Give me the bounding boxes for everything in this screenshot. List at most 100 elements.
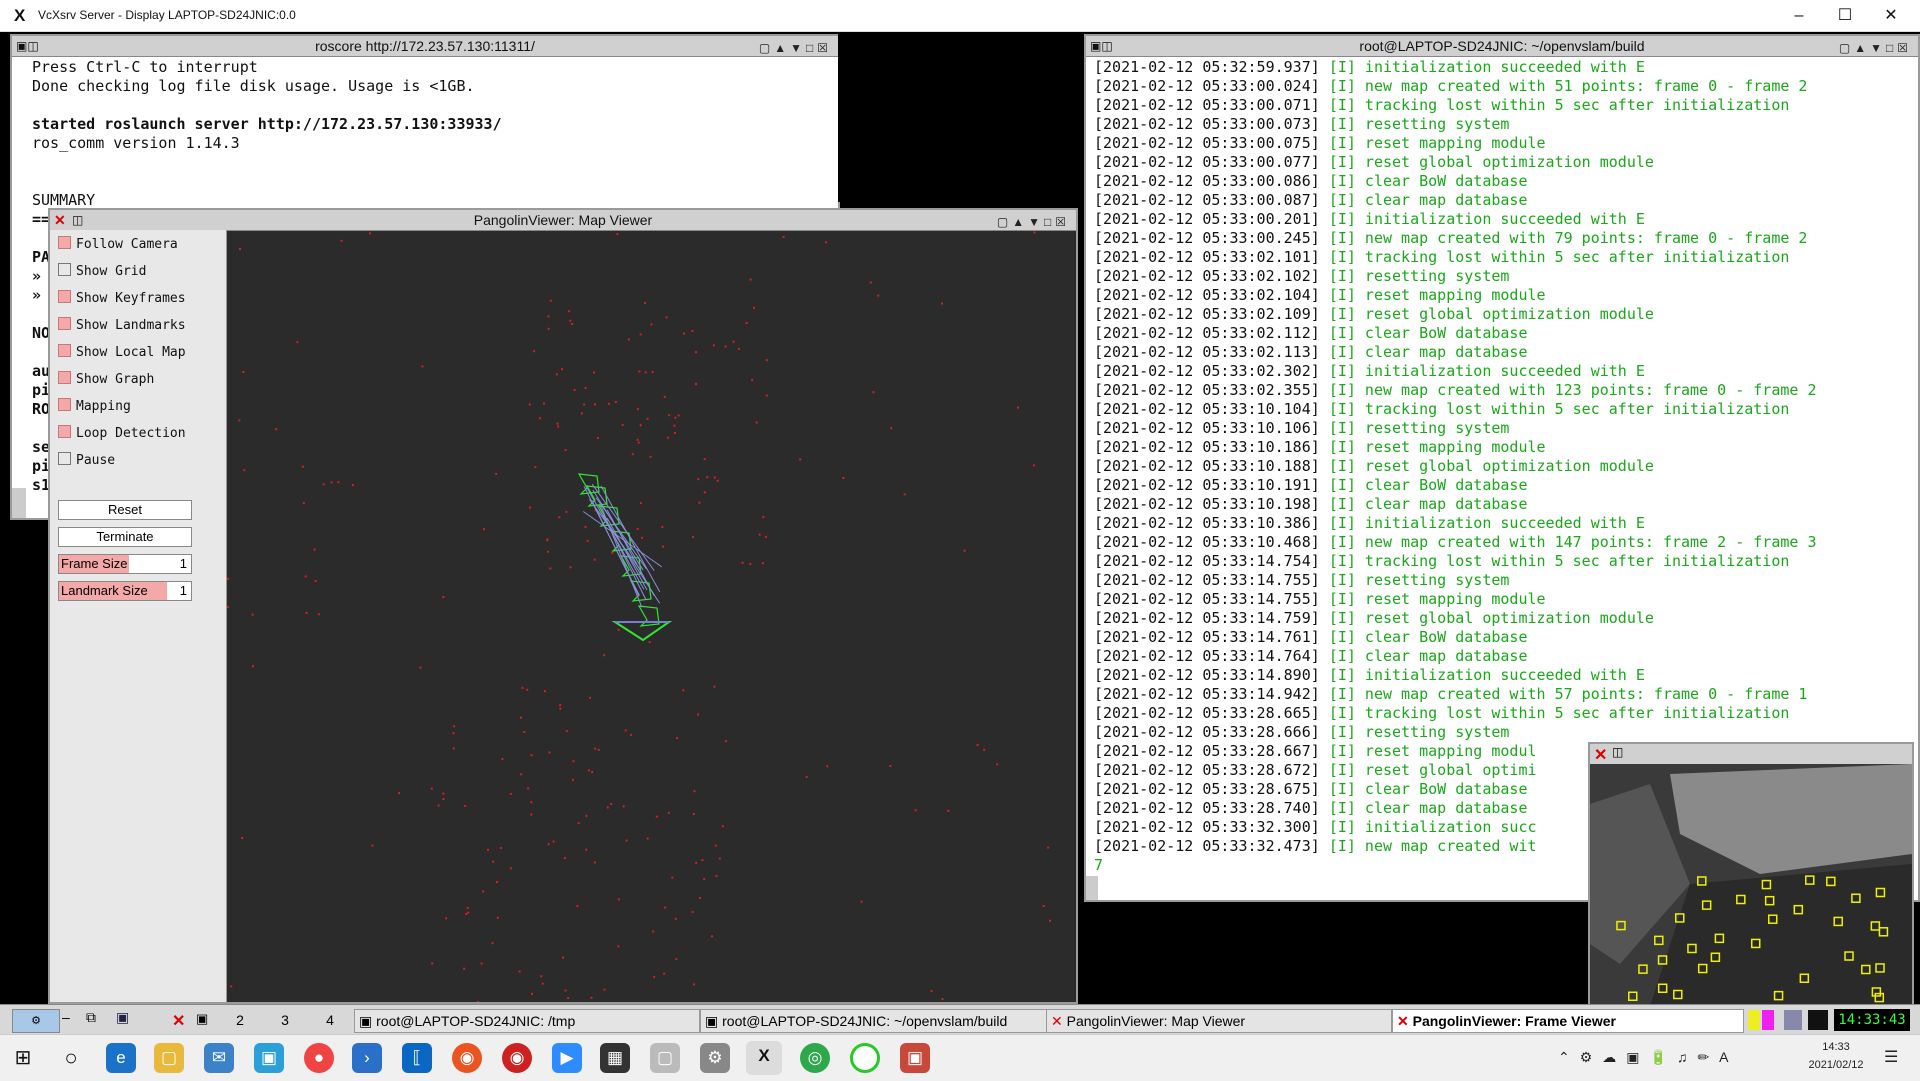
pangolin-titlebar[interactable]: ✕ ◫ PangolinViewer: Map Viewer ▢▲▼□☒	[50, 210, 1076, 231]
log-timestamp: [2021-02-12 05:33:10.106]	[1094, 419, 1320, 437]
landmark-size-slider[interactable]: Landmark Size 1	[58, 581, 192, 601]
win-clock-time[interactable]: 14:33	[1806, 1041, 1866, 1053]
frame-viewer-titlebar[interactable]: ✕ ◫	[1590, 744, 1912, 764]
calculator-icon[interactable]: ▦	[600, 1043, 630, 1073]
maximize-button[interactable]: ☐	[1822, 2, 1868, 30]
window-menu-icon[interactable]: ▣◫	[16, 36, 39, 56]
windows-start-icon[interactable]: ⊞	[8, 1043, 38, 1073]
roscore-titlebar[interactable]: ▣◫ roscore http://172.23.57.130:11311/ ▢…	[12, 36, 838, 57]
landmark-point	[526, 688, 529, 691]
landmark-point	[869, 281, 872, 284]
checkbox-box[interactable]	[58, 344, 71, 357]
log-timestamp: [2021-02-12 05:33:28.675]	[1094, 780, 1320, 798]
map-canvas[interactable]	[227, 230, 1076, 1002]
edge-icon[interactable]: e	[106, 1043, 136, 1073]
sync-icon[interactable]	[850, 1043, 880, 1073]
x-task-item[interactable]: ✕ PangolinViewer: Map Viewer	[1046, 1009, 1392, 1033]
log-titlebar[interactable]: ▣◫ root@LAPTOP-SD24JNIC: ~/openvslam/bui…	[1086, 36, 1918, 57]
landmark-point	[691, 911, 694, 913]
checkbox-box[interactable]	[58, 452, 71, 465]
cortana-search-icon[interactable]: ○	[56, 1043, 86, 1073]
close-button[interactable]: ✕	[1868, 2, 1914, 30]
landmark-point	[577, 822, 580, 825]
desktop-2[interactable]: 2	[220, 1009, 260, 1031]
terminate-button[interactable]: Terminate	[58, 527, 192, 547]
win-clock-date[interactable]: 2021/02/12	[1800, 1059, 1872, 1071]
landmark-point	[692, 536, 695, 539]
minimize-button[interactable]: –	[1776, 2, 1822, 30]
checkbox-label: Show Landmarks	[76, 318, 186, 333]
landmark-point	[544, 690, 546, 693]
monitor-icon[interactable]: ▣	[116, 1009, 140, 1031]
scrollbar[interactable]	[12, 488, 26, 518]
landmark-point	[947, 809, 950, 812]
checkbox-box[interactable]	[58, 290, 71, 303]
desktop-3[interactable]: 3	[265, 1009, 305, 1031]
minimize-all-icon[interactable]: –	[62, 1009, 78, 1031]
evernote-icon[interactable]: ◎	[800, 1043, 830, 1073]
desktop-4[interactable]: 4	[310, 1009, 350, 1031]
window-restore-icon[interactable]: ◫	[1612, 745, 1623, 759]
x-icon[interactable]: ✕	[172, 1011, 192, 1030]
windows-icon[interactable]: ⧉	[86, 1009, 110, 1031]
checkbox-box[interactable]	[58, 371, 71, 384]
landmark-point	[583, 403, 586, 406]
package-icon[interactable]: ▢	[650, 1043, 680, 1073]
checkbox-box[interactable]	[58, 398, 71, 411]
checkbox-follow-camera[interactable]: Follow Camera	[58, 236, 178, 256]
log-line: [2021-02-12 05:33:02.302] [I] initializa…	[1094, 362, 1645, 381]
log-timestamp: [2021-02-12 05:33:00.087]	[1094, 191, 1320, 209]
checkbox-mapping[interactable]: Mapping	[58, 398, 131, 418]
vscode-icon[interactable]: ⟦	[402, 1043, 432, 1073]
window-controls-icon[interactable]: ▢▲▼□☒	[1839, 38, 1912, 58]
ubuntu-icon[interactable]: ◉	[452, 1043, 482, 1073]
x-task-item[interactable]: ✕ PangolinViewer: Frame Viewer	[1392, 1009, 1744, 1033]
powershell-icon[interactable]: ›	[352, 1043, 382, 1073]
archive-icon[interactable]: ▣	[900, 1043, 930, 1073]
chrome-icon[interactable]: ●	[304, 1043, 334, 1073]
landmark-point	[691, 329, 694, 332]
scrollbar[interactable]	[1086, 876, 1098, 900]
window-menu-icon[interactable]: ▣◫	[1090, 36, 1113, 56]
checkbox-show-graph[interactable]: Show Graph	[58, 371, 154, 391]
x-task-item[interactable]: ▣ root@LAPTOP-SD24JNIC: ~/openvslam/buil…	[700, 1009, 1048, 1033]
checkbox-box[interactable]	[58, 236, 71, 249]
file-explorer-icon[interactable]: ▢	[154, 1043, 184, 1073]
window-controls-icon[interactable]: ▢▲▼□☒	[997, 212, 1070, 232]
landmark-point	[492, 860, 495, 863]
checkbox-show-local-map[interactable]: Show Local Map	[58, 344, 186, 364]
window-controls-icon[interactable]: ▢▲▼□☒	[759, 38, 832, 58]
checkbox-show-keyframes[interactable]: Show Keyframes	[58, 290, 186, 310]
system-tray-icons[interactable]: ⌃⚙☁▣🔋♫✏A	[1558, 1049, 1739, 1066]
log-message: [I] initialization succeeded with E	[1328, 58, 1645, 76]
x-close-icon[interactable]: ✕	[54, 210, 66, 230]
frame-size-slider[interactable]: Frame Size 1	[58, 554, 192, 574]
notifications-icon[interactable]: ☰	[1884, 1047, 1898, 1067]
x-task-item[interactable]: ▣ root@LAPTOP-SD24JNIC: /tmp	[354, 1009, 700, 1033]
app-red-icon[interactable]: ◉	[502, 1043, 532, 1073]
x-close-icon[interactable]: ✕	[1594, 745, 1607, 765]
window-restore-icon[interactable]: ◫	[72, 210, 83, 230]
checkbox-box[interactable]	[58, 425, 71, 438]
checkbox-show-landmarks[interactable]: Show Landmarks	[58, 317, 186, 337]
log-message: [I] reset global optimization module	[1328, 305, 1654, 323]
checkbox-box[interactable]	[58, 317, 71, 330]
zoom-icon[interactable]: ▶	[552, 1043, 582, 1073]
mail-icon[interactable]: ✉	[204, 1043, 234, 1073]
frame-viewer-window[interactable]: ✕ ◫	[1588, 742, 1914, 1008]
remote-desktop-icon[interactable]: ▣	[254, 1043, 284, 1073]
reset-button[interactable]: Reset	[58, 500, 192, 520]
settings-gear-icon[interactable]: ⚙	[700, 1043, 730, 1073]
covisibility-edge	[600, 506, 643, 608]
checkbox-box[interactable]	[58, 263, 71, 276]
checkbox-show-grid[interactable]: Show Grid	[58, 263, 146, 283]
desktop-pager-icon[interactable]: ▣	[196, 1011, 216, 1029]
menu-logo-icon[interactable]: ⚙	[12, 1009, 60, 1033]
log-timestamp: [2021-02-12 05:33:14.755]	[1094, 590, 1320, 608]
vcxsrv-icon[interactable]: X	[746, 1041, 782, 1075]
checkbox-loop-detection[interactable]: Loop Detection	[58, 425, 186, 445]
checkbox-pause[interactable]: Pause	[58, 452, 115, 472]
log-line: [2021-02-12 05:33:10.186] [I] reset mapp…	[1094, 438, 1546, 457]
log-timestamp: [2021-02-12 05:33:02.101]	[1094, 248, 1320, 266]
pangolin-map-viewer-window[interactable]: ✕ ◫ PangolinViewer: Map Viewer ▢▲▼□☒ Fol…	[48, 208, 1078, 1004]
